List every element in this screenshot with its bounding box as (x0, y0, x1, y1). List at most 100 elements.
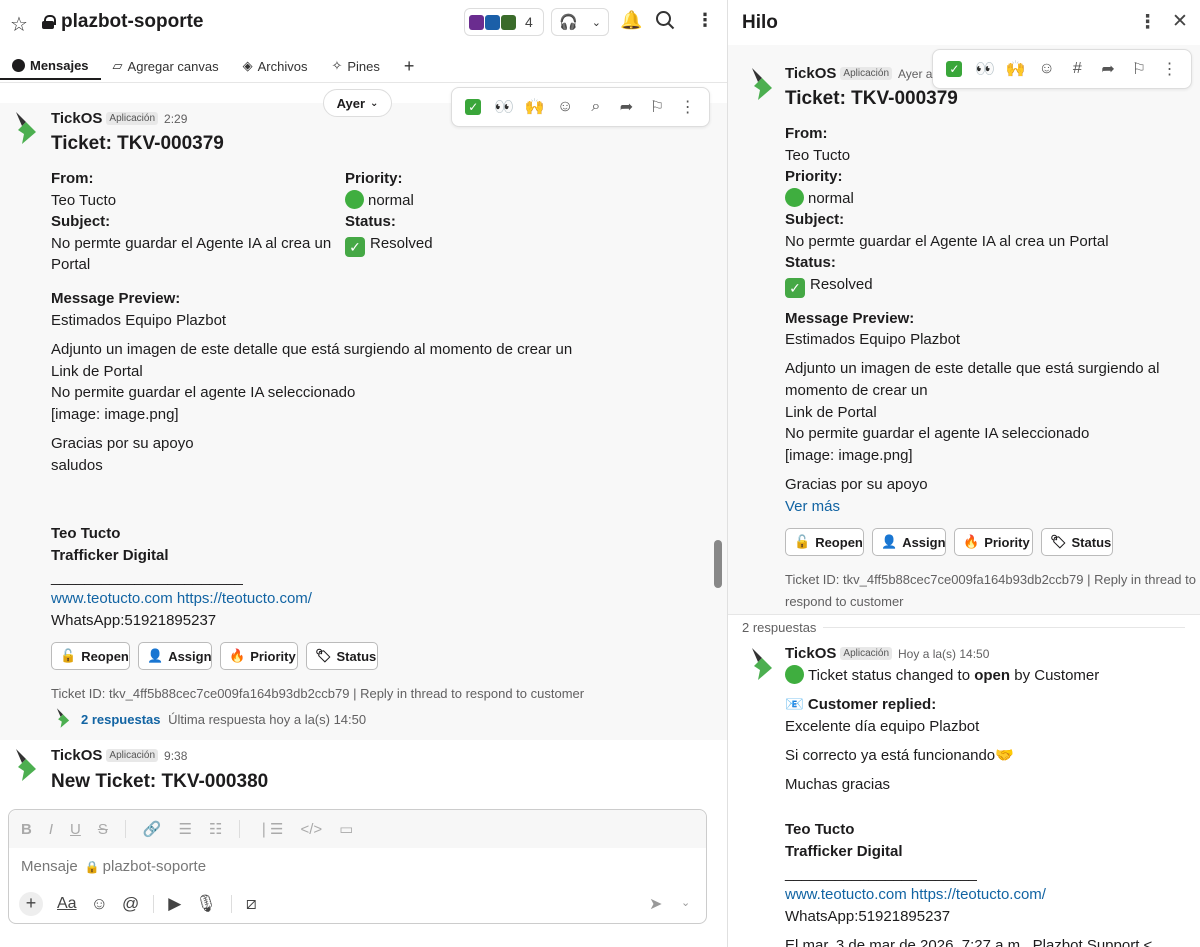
mention-icon[interactable]: @ (122, 894, 139, 914)
sender-name[interactable]: TickOS (51, 747, 102, 764)
tab-agregar-canvas[interactable]: ▱ Agregar canvas (101, 52, 231, 80)
reopen-button[interactable]: 🔓 Reopen (51, 642, 130, 670)
toolbar-separator (153, 895, 155, 913)
close-icon[interactable]: ✕ (1172, 10, 1188, 33)
subject-label: Subject: (51, 213, 111, 230)
share-icon[interactable]: ➦ (614, 97, 638, 117)
raised-hands-reaction-icon[interactable]: 🙌 (1004, 59, 1028, 79)
from-label: From: (51, 170, 94, 187)
thread-summary[interactable]: 2 respuestas Última respuesta hoy a la(s… (81, 709, 366, 731)
send-icon[interactable]: ➤ (649, 894, 662, 914)
microphone-icon[interactable]: 🎙 (195, 894, 217, 914)
emoji-icon[interactable]: ☺ (91, 894, 108, 914)
sender-name[interactable]: TickOS (51, 110, 102, 127)
website-link[interactable]: www.teotucto.com (51, 590, 173, 607)
eyes-reaction-icon[interactable]: 👀 (492, 97, 516, 117)
app-badge: Aplicación (840, 67, 893, 80)
message-time[interactable]: 2:29 (164, 112, 187, 126)
reopen-button[interactable]: 🔓 Reopen (785, 528, 864, 556)
more-vertical-icon[interactable]: ⋮ (1158, 59, 1182, 79)
assign-button[interactable]: 👤 Assign (872, 528, 946, 556)
search-icon[interactable] (655, 10, 675, 35)
plus-icon[interactable]: + (19, 892, 43, 916)
green-circle-icon (345, 190, 364, 209)
ordered-list-icon[interactable]: ☰ (179, 820, 192, 838)
formatting-toggle-icon[interactable]: Aa (57, 895, 77, 913)
priority-button[interactable]: 🔥 Priority (954, 528, 1033, 556)
replies-link[interactable]: 2 respuestas (81, 712, 161, 727)
more-vertical-icon[interactable]: ⋮ (676, 97, 700, 117)
slash-command-icon[interactable]: ⧄ (246, 894, 257, 914)
priority-value: normal (785, 188, 854, 210)
button-label: Status (1071, 534, 1112, 550)
tickos-logo[interactable] (12, 110, 40, 146)
tickos-logo[interactable] (12, 747, 40, 783)
bookmark-icon[interactable]: ⚐ (645, 97, 669, 117)
message-time[interactable]: Hoy a la(s) 14:50 (898, 647, 989, 661)
bookmark-icon[interactable]: ⚐ (1127, 59, 1151, 79)
members-button[interactable]: 4 (464, 8, 544, 36)
message-time[interactable]: 9:38 (164, 749, 187, 763)
link-icon[interactable]: 🔗 (143, 820, 162, 838)
website-link[interactable]: https://teotucto.com/ (177, 590, 312, 607)
message-time[interactable]: Ayer a (898, 67, 932, 81)
checkmark-reaction-icon[interactable]: ✓ (942, 60, 966, 78)
bullet-list-icon[interactable]: ☷ (209, 820, 222, 838)
code-icon[interactable]: </> (300, 821, 322, 838)
add-reaction-icon[interactable]: ☺ (553, 98, 577, 116)
sender-name[interactable]: TickOS (785, 65, 836, 82)
checkmark-reaction-icon[interactable]: ✓ (461, 98, 485, 116)
priority-button[interactable]: 🔥 Priority (220, 642, 298, 670)
eyes-reaction-icon[interactable]: 👀 (973, 59, 997, 79)
channel-title[interactable]: plazbot-soporte (42, 11, 204, 33)
code-block-icon[interactable]: ▭ (339, 820, 353, 838)
tickos-logo[interactable] (748, 66, 776, 102)
status-button[interactable]: 🏷 Status (1041, 528, 1113, 556)
message-input[interactable]: Mensaje 🔒 plazbot-soporte (21, 858, 206, 875)
status-button[interactable]: 🏷 Status (306, 642, 378, 670)
strikethrough-icon[interactable]: S (98, 821, 108, 838)
raised-hands-reaction-icon[interactable]: 🙌 (523, 97, 547, 117)
video-icon[interactable]: ▶ (168, 894, 181, 914)
bold-icon[interactable]: B (21, 821, 32, 838)
date-divider-pill[interactable]: Ayer ⌄ (323, 89, 392, 117)
from-value: Teo Tucto (51, 192, 117, 209)
sender-name[interactable]: TickOS (785, 645, 836, 662)
chevron-down-icon: ⌄ (370, 97, 379, 109)
member-avatar (501, 14, 516, 30)
tab-pines[interactable]: ✧ Pines (319, 52, 391, 80)
add-tab-button[interactable]: + (392, 52, 427, 80)
notifications-icon[interactable]: 🔔 (620, 10, 642, 31)
lock-icon: 🔒 (84, 859, 100, 874)
message-composer: B I U S 🔗 ☰ ☷ ❘☰ </> ▭ Mensaje 🔒 plazbot… (8, 809, 707, 924)
huddle-button[interactable]: 🎧 ⌄ (551, 8, 609, 36)
tab-archivos[interactable]: ◈ Archivos (231, 52, 320, 80)
italic-icon[interactable]: I (49, 821, 53, 838)
tab-label: Archivos (257, 58, 308, 74)
tickos-logo[interactable] (748, 646, 776, 682)
headphones-icon: 🎧 (559, 14, 578, 31)
add-reaction-icon[interactable]: ☺ (1035, 60, 1059, 78)
underline-icon[interactable]: U (70, 821, 81, 838)
more-vertical-icon[interactable]: ⋮ (1138, 11, 1157, 34)
show-more-link[interactable]: Ver más (785, 496, 840, 518)
scrollbar-thumb[interactable] (714, 540, 722, 588)
assign-button[interactable]: 👤 Assign (138, 642, 212, 670)
from-value: Teo Tucto (785, 147, 851, 164)
thread-pane: Hilo ⋮ ✕ ✓ 👀 🙌 ☺ # ➦ ⚐ ⋮ TickOS Aplicació… (728, 0, 1200, 947)
blockquote-icon[interactable]: ❘☰ (257, 820, 283, 838)
chevron-down-icon[interactable]: ⌄ (681, 896, 690, 909)
preview-body: Gracias por su apoyo (785, 476, 928, 493)
preview-greeting: Estimados Equipo Plazbot (51, 312, 227, 329)
more-vertical-icon[interactable]: ⋮ (696, 10, 714, 31)
star-icon[interactable]: ☆ (10, 12, 28, 37)
hashtag-icon[interactable]: # (1065, 60, 1089, 78)
toolbar-separator (239, 820, 241, 838)
website-link[interactable]: https://teotucto.com/ (911, 886, 1046, 903)
reply-thread-icon[interactable]: ⌕ (584, 98, 608, 116)
tab-mensajes[interactable]: Mensajes (0, 52, 101, 80)
chevron-down-icon[interactable]: ⌄ (592, 16, 601, 29)
share-icon[interactable]: ➦ (1096, 59, 1120, 79)
quoted-header: El mar, 3 de mar de 2026, 7:27 a.m., Pla… (785, 937, 1153, 947)
website-link[interactable]: www.teotucto.com (785, 886, 907, 903)
